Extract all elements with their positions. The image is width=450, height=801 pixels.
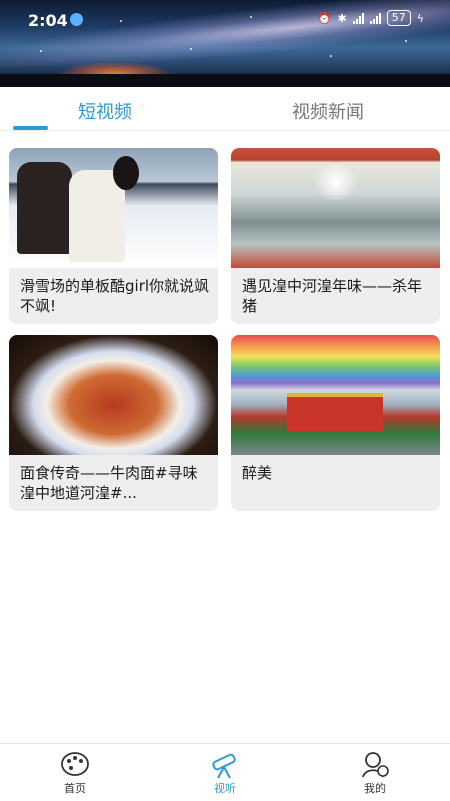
video-title: 遇见湟中河湟年味——杀年猪 [242,277,423,315]
video-title: 醉美 [242,464,273,482]
bottom-nav: 首页 视听 我的 [0,743,450,801]
video-card[interactable]: 面食传奇——牛肉面#寻味湟中地道河湟#... [9,335,218,511]
nav-label: 我的 [364,782,386,795]
stage-building [287,393,383,431]
video-title: 滑雪场的单板酷girl你就说飒不飒! [20,277,210,315]
video-thumbnail [231,148,440,268]
video-title: 面食传奇——牛肉面#寻味湟中地道河湟#... [20,464,198,502]
nav-label: 视听 [214,782,236,795]
ground-silhouette [0,74,450,87]
status-icons: ⏰ ✱ 57 ϟ [318,10,424,26]
nav-media[interactable]: 视听 [185,744,265,801]
video-thumbnail [231,335,440,455]
alarm-icon: ⏰ [317,11,332,25]
sun-glow [311,164,361,200]
star [40,50,42,52]
tab-indicator [13,126,48,130]
signal-icon [369,12,381,24]
star [405,40,407,42]
star [250,16,252,18]
video-thumbnail [9,148,218,268]
nav-profile[interactable]: 我的 [335,744,415,801]
signal-icon [352,12,364,24]
skier-head [113,156,139,190]
bluetooth-icon: ✱ [337,11,347,25]
star [120,20,122,22]
tab-short-video[interactable]: 短视频 [78,98,132,124]
status-time: 2:04 [28,11,68,30]
star [190,48,192,50]
notification-icon [70,13,83,26]
battery-icon: 57 [386,10,411,26]
tab-bar: 短视频 视频新闻 [0,88,450,131]
nav-label: 首页 [64,782,86,795]
palette-icon [61,752,89,776]
charging-icon: ϟ [416,11,424,25]
video-card[interactable]: 遇见湟中河湟年味——杀年猪 [231,148,440,324]
nav-home[interactable]: 首页 [35,744,115,801]
profile-icon [362,752,389,778]
video-card[interactable]: 醉美 [231,335,440,511]
video-thumbnail [9,335,218,455]
header-banner: 2:04 ⏰ ✱ 57 ϟ [0,0,450,87]
skier-figure [17,162,72,254]
telescope-icon [212,753,236,779]
video-card[interactable]: 滑雪场的单板酷girl你就说飒不飒! [9,148,218,324]
star [330,55,332,57]
tab-video-news[interactable]: 视频新闻 [292,98,364,124]
